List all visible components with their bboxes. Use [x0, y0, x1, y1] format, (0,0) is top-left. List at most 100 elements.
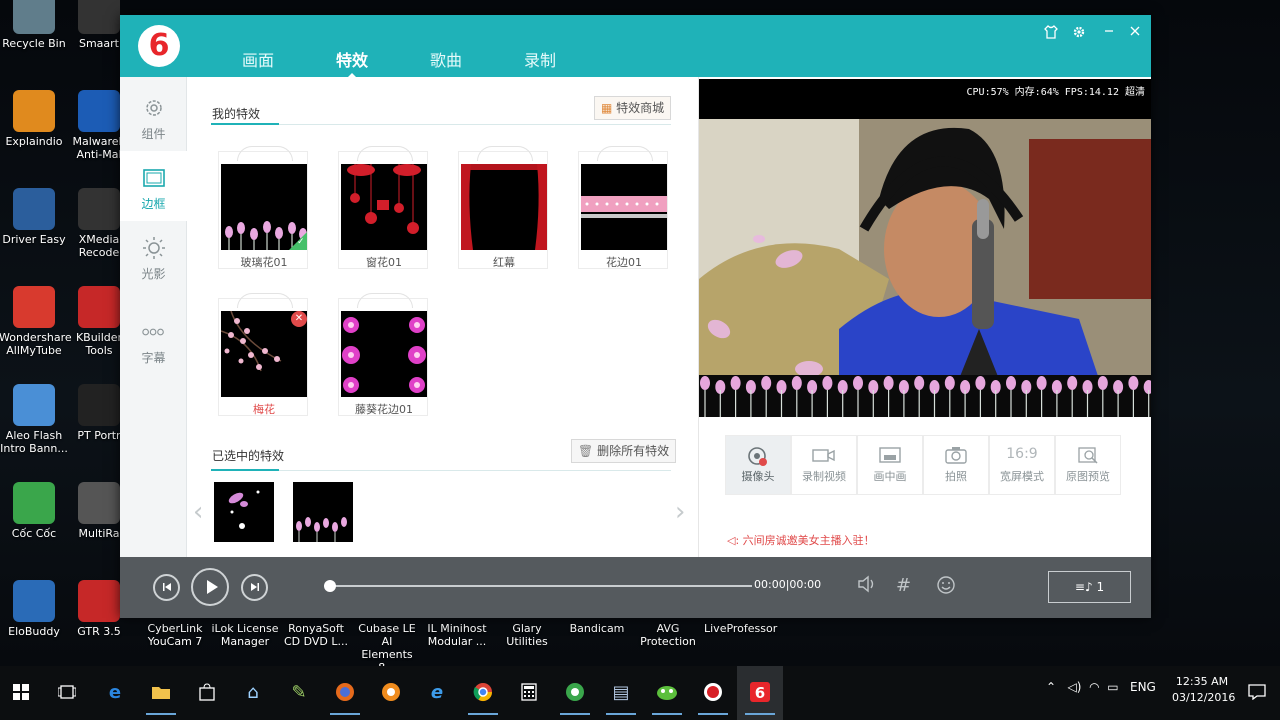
file-explorer-icon[interactable]	[144, 675, 178, 715]
next-icon	[250, 583, 259, 591]
desktop-icon[interactable]: Cốc Cốc	[0, 482, 69, 540]
shirt-icon	[1044, 25, 1058, 39]
widescreen-button[interactable]: 16:9 宽屏模式	[989, 435, 1055, 495]
desktop-icon[interactable]: IL Minihost Modular ...	[422, 622, 492, 648]
battery-icon[interactable]: ▭	[1107, 680, 1118, 694]
desktop-icon[interactable]: Aleo Flash Intro Bann...	[0, 384, 69, 455]
desktop-icon[interactable]: RonyaSoft CD DVD L...	[281, 622, 351, 648]
scroll-right-arrow[interactable]: ›	[675, 497, 685, 527]
delete-all-effects-button[interactable]: 🗑 删除所有特效	[571, 439, 677, 463]
original-preview-button[interactable]: 原图预览	[1055, 435, 1121, 495]
system-tray: ⌃ ◁) ◠ ▭ ENG	[1046, 680, 1156, 694]
desktop-icon[interactable]: LiveProfessor	[704, 622, 777, 635]
selected-effect-thumb[interactable]	[214, 482, 274, 542]
desktop-icon-label: iLok License Manager	[211, 622, 279, 648]
tab-effects[interactable]: 特效	[317, 47, 387, 79]
coccoc-taskbar-icon[interactable]	[374, 675, 408, 709]
desktop-icon[interactable]: AVG Protection	[633, 622, 703, 648]
desktop-icon-label: AVG Protection	[640, 622, 696, 648]
bandicam-taskbar-icon[interactable]	[696, 675, 730, 715]
gtr-icon	[78, 580, 120, 622]
coccoc-running-icon[interactable]	[558, 675, 592, 715]
desktop-icon[interactable]: Wondershare AllMyTube	[0, 286, 72, 357]
zoom-preview-icon	[1056, 446, 1120, 468]
record-video-button[interactable]: 录制视频	[791, 435, 857, 495]
camera-icon	[726, 446, 790, 468]
pt-portrait-icon	[78, 384, 120, 426]
camera-button[interactable]: 摄像头	[725, 435, 791, 495]
network-app-icon[interactable]: ⌂	[236, 675, 270, 709]
next-button[interactable]	[241, 574, 268, 601]
start-button[interactable]	[4, 675, 38, 709]
green-app-icon[interactable]	[650, 675, 684, 715]
desktop-icon-label: Bandicam	[569, 622, 625, 635]
effect-card[interactable]: 藤葵花边01	[338, 293, 428, 416]
effect-card[interactable]: 花边01	[578, 146, 668, 269]
skin-button[interactable]	[1043, 25, 1059, 43]
desktop-icon[interactable]: Driver Easy	[0, 188, 69, 246]
desktop-icon[interactable]: Glary Utilities	[492, 622, 562, 648]
progress-knob[interactable]	[324, 580, 336, 592]
effect-card[interactable]: 窗花01	[338, 146, 428, 269]
tab-songs[interactable]: 歌曲	[411, 47, 481, 71]
sidebar-item-light[interactable]: 光影	[120, 221, 187, 291]
selected-effect-thumb[interactable]	[293, 482, 353, 542]
tab-record[interactable]: 录制	[505, 47, 575, 71]
hashtag-icon[interactable]: #	[896, 575, 911, 596]
tab-picture[interactable]: 画面	[223, 47, 293, 71]
firefox-icon[interactable]	[328, 675, 362, 715]
edge-icon[interactable]: e	[98, 675, 132, 709]
wifi-icon[interactable]: ◠	[1089, 680, 1099, 694]
language-indicator[interactable]: ENG	[1130, 680, 1156, 694]
tool-label: 原图预览	[1066, 470, 1110, 483]
effect-card[interactable]: 红幕	[458, 146, 548, 269]
effects-shop-button[interactable]: ▦ 特效商城	[594, 96, 672, 120]
desktop-icon[interactable]: Explaindio	[0, 90, 69, 148]
desktop-icon-label: Aleo Flash Intro Bann...	[0, 429, 68, 455]
video-record-icon	[792, 446, 856, 468]
sidebar-item-components[interactable]: 组件	[120, 81, 187, 151]
performance-stats: CPU:57% 内存:64% FPS:14.12 超清	[966, 87, 1145, 98]
notepad-icon[interactable]: ✎	[282, 675, 316, 709]
desktop-icon[interactable]: Recycle Bin	[0, 0, 69, 50]
task-view-button[interactable]	[50, 675, 84, 709]
ie-icon[interactable]: e	[420, 675, 454, 709]
desktop-icon[interactable]: Bandicam	[562, 622, 632, 635]
sidebar-item-subtitle[interactable]: 字幕	[120, 305, 187, 375]
taskbar: e ⌂ ✎ e ▤ 6 ⌃ ◁) ◠ ▭ ENG 12:35 AM 03/12/…	[0, 666, 1280, 720]
calculator-icon[interactable]	[512, 675, 546, 709]
desktop-icon[interactable]: iLok License Manager	[210, 622, 280, 648]
speaker-icon: ◁:	[727, 534, 743, 547]
emoji-icon[interactable]	[936, 575, 956, 600]
notification-icon[interactable]	[1240, 675, 1274, 709]
store-icon[interactable]	[190, 675, 224, 709]
sidebar-item-label: 光影	[141, 267, 166, 281]
snapshot-button[interactable]: 拍照	[923, 435, 989, 495]
scroll-left-arrow[interactable]: ‹	[193, 497, 203, 527]
chrome-icon[interactable]	[466, 675, 500, 715]
effect-card[interactable]: ✕ 梅花	[218, 293, 308, 416]
announcement[interactable]: ◁: 六间房诚邀美女主播入驻！	[727, 532, 875, 548]
speaker-tray-icon[interactable]: ◁)	[1068, 680, 1082, 694]
pip-button[interactable]: 画中画	[857, 435, 923, 495]
playlist-button[interactable]: ≡♪ 1	[1048, 571, 1131, 603]
sidebar-item-frame[interactable]: 边框	[120, 151, 187, 221]
effect-card[interactable]: ✓ 玻璃花01	[218, 146, 308, 269]
printer-app-icon[interactable]: ▤	[604, 675, 638, 715]
volume-icon[interactable]	[857, 575, 877, 598]
multira-icon	[78, 482, 120, 524]
clock[interactable]: 12:35 AM 03/12/2016	[1172, 674, 1235, 706]
six-rooms-taskbar-icon[interactable]: 6	[743, 675, 777, 715]
close-button[interactable]	[1127, 25, 1143, 41]
settings-button[interactable]	[1071, 25, 1087, 43]
desktop-icon-label: GTR 3.5	[77, 625, 121, 638]
previous-button[interactable]	[153, 574, 180, 601]
chevron-up-icon[interactable]: ⌃	[1046, 680, 1056, 694]
minimize-button[interactable]	[1101, 25, 1117, 41]
sidebar-item-label: 字幕	[141, 351, 166, 365]
play-button[interactable]	[191, 568, 229, 606]
progress-bar[interactable]	[324, 580, 752, 592]
desktop-icon[interactable]: CyberLink YouCam 7	[140, 622, 210, 648]
desktop-icon[interactable]: EloBuddy	[0, 580, 69, 638]
remove-effect-icon[interactable]: ✕	[291, 311, 307, 327]
